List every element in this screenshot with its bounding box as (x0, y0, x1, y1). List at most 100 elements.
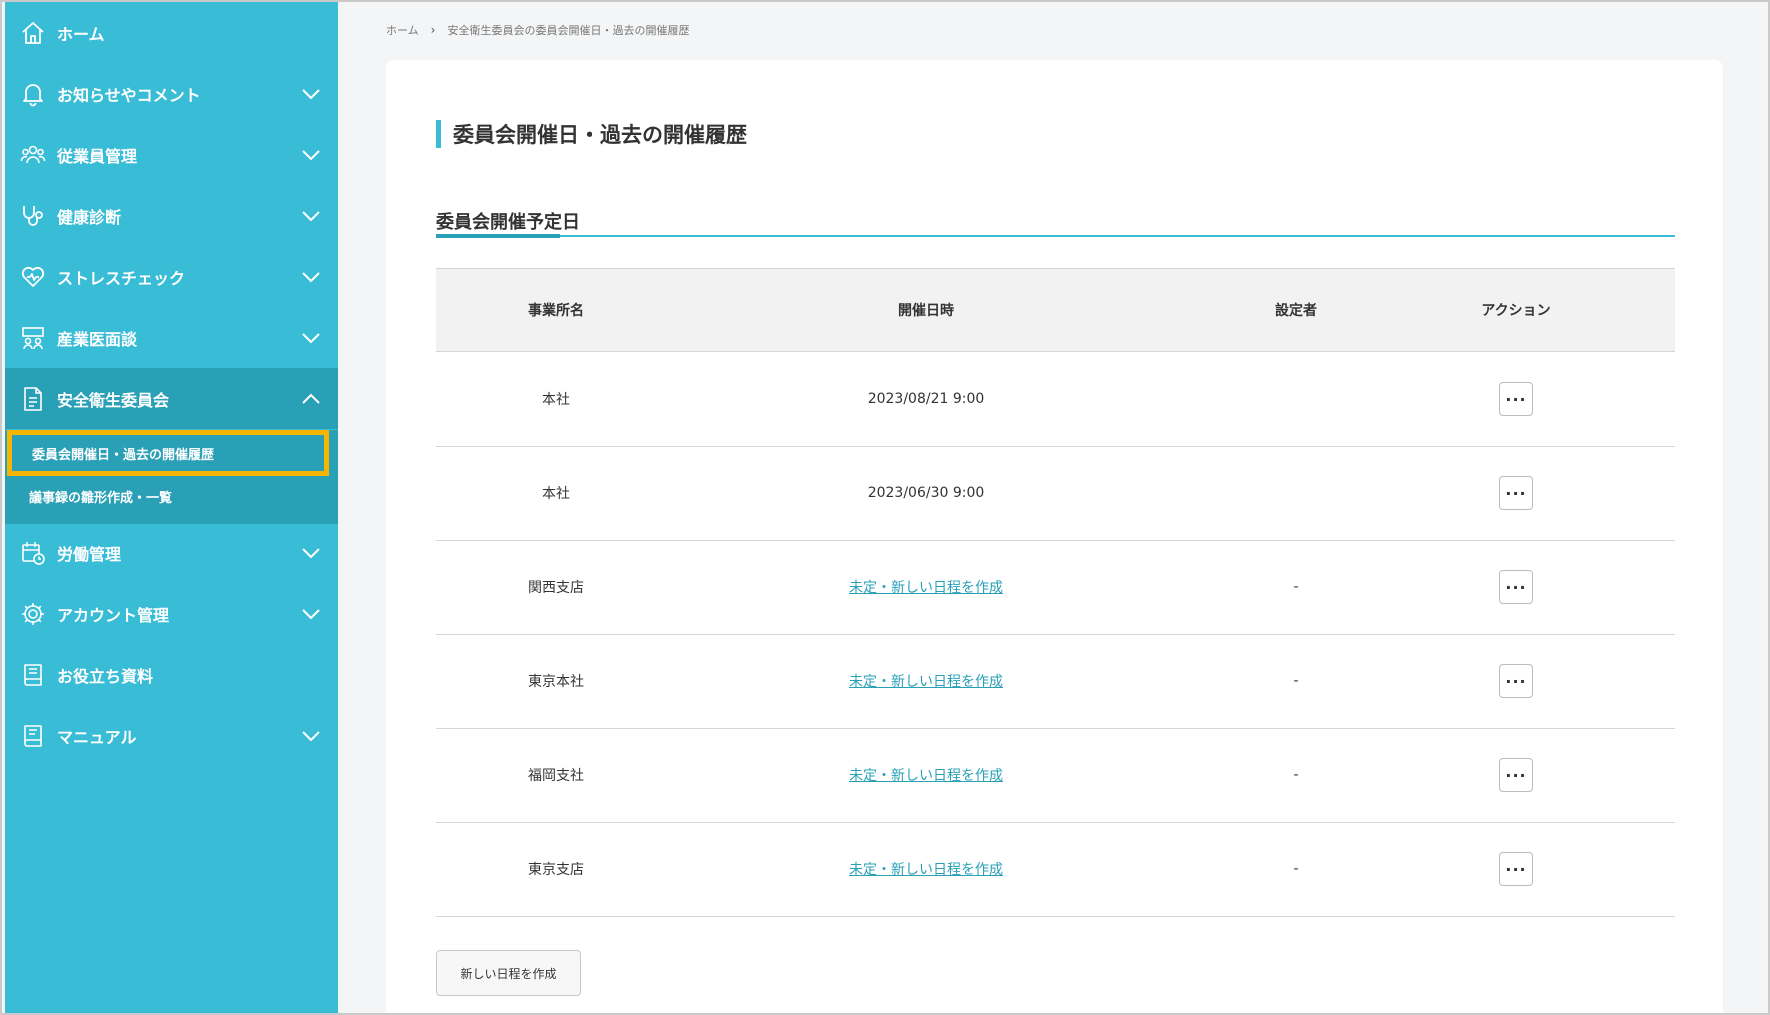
title-accent-bar (436, 120, 441, 148)
breadcrumb-home-link[interactable]: ホーム (386, 22, 419, 38)
office-cell: 福岡支社 (528, 768, 584, 784)
document-icon (20, 386, 46, 412)
table-row: 関西支店 未定・新しい日程を作成 - ··· (436, 540, 1675, 635)
setter-cell (1216, 352, 1376, 446)
setter-cell: - (1293, 579, 1299, 595)
setter-cell: - (1293, 861, 1299, 877)
breadcrumb: ホーム › 安全衛生委員会の委員会開催日・過去の開催履歴 (386, 22, 689, 38)
create-schedule-link[interactable]: 未定・新しい日程を作成 (849, 671, 1003, 691)
column-header-action: アクション (1481, 303, 1551, 319)
create-schedule-link[interactable]: 未定・新しい日程を作成 (849, 859, 1003, 879)
table-header: 事業所名 開催日時 設定者 アクション (436, 268, 1675, 352)
datetime-cell: 未定・新しい日程を作成 (776, 822, 1076, 916)
datetime-cell: 2023/08/21 9:00 (867, 391, 985, 407)
table-row: 福岡支社 未定・新しい日程を作成 - ··· (436, 728, 1675, 823)
datetime-cell: 未定・新しい日程を作成 (776, 634, 1076, 728)
chevron-down-icon (301, 608, 321, 620)
sidebar-item-label: 健康診断 (57, 207, 122, 227)
sidebar-item-notifications[interactable]: お知らせやコメント (5, 63, 338, 124)
action-cell: ··· (1436, 352, 1596, 446)
manual-icon (20, 723, 46, 749)
sidebar-subitem-meeting-dates[interactable]: 委員会開催日・過去の開催履歴 (7, 430, 329, 476)
main-content: ホーム › 安全衛生委員会の委員会開催日・過去の開催履歴 委員会開催日・過去の開… (338, 2, 1768, 1013)
calendar-clock-icon (20, 540, 46, 566)
sidebar-item-doctor-interview[interactable]: 産業医面談 (5, 307, 338, 368)
sidebar-item-label: 労働管理 (57, 544, 122, 564)
more-actions-button[interactable]: ··· (1499, 758, 1533, 792)
more-actions-button[interactable]: ··· (1499, 852, 1533, 886)
chevron-down-icon (301, 149, 321, 161)
sidebar-item-label: 産業医面談 (57, 329, 138, 349)
table-row: 東京支店 未定・新しい日程を作成 - ··· (436, 822, 1675, 917)
table-row: 本社 2023/08/21 9:00 ··· (436, 352, 1675, 447)
sidebar-item-account-management[interactable]: アカウント管理 (5, 583, 338, 644)
setter-cell: - (1293, 673, 1299, 689)
sidebar-item-label: アカウント管理 (57, 605, 170, 625)
action-cell: ··· (1436, 634, 1596, 728)
bell-icon (20, 81, 46, 107)
sidebar-item-label: ホーム (57, 24, 105, 44)
more-actions-button[interactable]: ··· (1499, 570, 1533, 604)
column-header-office: 事業所名 (528, 303, 584, 319)
sidebar-item-manual[interactable]: マニュアル (5, 705, 338, 766)
action-cell: ··· (1436, 822, 1596, 916)
create-schedule-link[interactable]: 未定・新しい日程を作成 (849, 765, 1003, 785)
column-header-datetime: 開催日時 (898, 303, 954, 319)
column-header-setter: 設定者 (1275, 303, 1317, 319)
sidebar-item-safety-committee[interactable]: 安全衛生委員会 (5, 368, 338, 429)
datetime-cell: 未定・新しい日程を作成 (776, 728, 1076, 822)
breadcrumb-current: 安全衛生委員会の委員会開催日・過去の開催履歴 (447, 24, 690, 37)
sidebar-item-label: 安全衛生委員会 (57, 390, 170, 410)
sidebar-submenu-safety-committee: 委員会開催日・過去の開催履歴 議事録の雛形作成・一覧 (5, 430, 338, 524)
datetime-cell: 未定・新しい日程を作成 (776, 540, 1076, 634)
home-icon (20, 20, 46, 46)
chevron-down-icon (301, 88, 321, 100)
sidebar-item-labor-management[interactable]: 労働管理 (5, 522, 338, 583)
meeting-icon (20, 325, 46, 351)
book-icon (20, 662, 46, 688)
table-row: 本社 2023/06/30 9:00 ··· (436, 446, 1675, 541)
section-divider (436, 235, 1675, 237)
sidebar-item-resources[interactable]: お役立ち資料 (5, 644, 338, 705)
sidebar-item-label: マニュアル (57, 727, 137, 747)
chevron-up-icon (301, 393, 321, 405)
sidebar-item-health-checkup[interactable]: 健康診断 (5, 185, 338, 246)
section-title: 委員会開催予定日 (436, 212, 580, 233)
sidebar-item-employees[interactable]: 従業員管理 (5, 124, 338, 185)
chevron-down-icon (301, 730, 321, 742)
sidebar-item-label: ストレスチェック (57, 268, 186, 288)
more-actions-button[interactable]: ··· (1499, 664, 1533, 698)
heart-icon (20, 264, 46, 290)
new-schedule-button[interactable]: 新しい日程を作成 (436, 950, 581, 996)
action-cell: ··· (1436, 540, 1596, 634)
users-icon (20, 142, 46, 168)
sidebar-subitem-minutes-templates[interactable]: 議事録の雛形作成・一覧 (5, 476, 338, 516)
content-card: 委員会開催日・過去の開催履歴 委員会開催予定日 事業所名 開催日時 設定者 アク… (386, 60, 1723, 1013)
more-actions-button[interactable]: ··· (1499, 476, 1533, 510)
sidebar: ホーム お知らせやコメント 従業員管理 健康診断 ストレスチェック 産業医面談 … (5, 2, 338, 1013)
sidebar-item-home[interactable]: ホーム (5, 2, 338, 63)
office-cell: 東京本社 (528, 674, 584, 690)
chevron-down-icon (301, 210, 321, 222)
page-title: 委員会開催日・過去の開催履歴 (436, 120, 747, 148)
office-cell: 関西支店 (528, 580, 584, 596)
chevron-down-icon (301, 332, 321, 344)
sidebar-item-stress-check[interactable]: ストレスチェック (5, 246, 338, 307)
chevron-down-icon (301, 547, 321, 559)
datetime-cell: 2023/06/30 9:00 (867, 485, 985, 501)
page-title-text: 委員会開催日・過去の開催履歴 (453, 123, 747, 147)
table-row: 東京本社 未定・新しい日程を作成 - ··· (436, 634, 1675, 729)
action-cell: ··· (1436, 446, 1596, 540)
action-cell: ··· (1436, 728, 1596, 822)
more-actions-button[interactable]: ··· (1499, 382, 1533, 416)
setter-cell (1216, 446, 1376, 540)
setter-cell: - (1293, 767, 1299, 783)
office-cell: 本社 (542, 392, 570, 408)
office-cell: 本社 (542, 486, 570, 502)
app-window: ホーム お知らせやコメント 従業員管理 健康診断 ストレスチェック 産業医面談 … (0, 0, 1770, 1015)
gear-icon (20, 601, 46, 627)
chevron-down-icon (301, 271, 321, 283)
sidebar-item-label: お知らせやコメント (57, 85, 201, 105)
create-schedule-link[interactable]: 未定・新しい日程を作成 (849, 577, 1003, 597)
breadcrumb-separator: › (430, 23, 436, 37)
